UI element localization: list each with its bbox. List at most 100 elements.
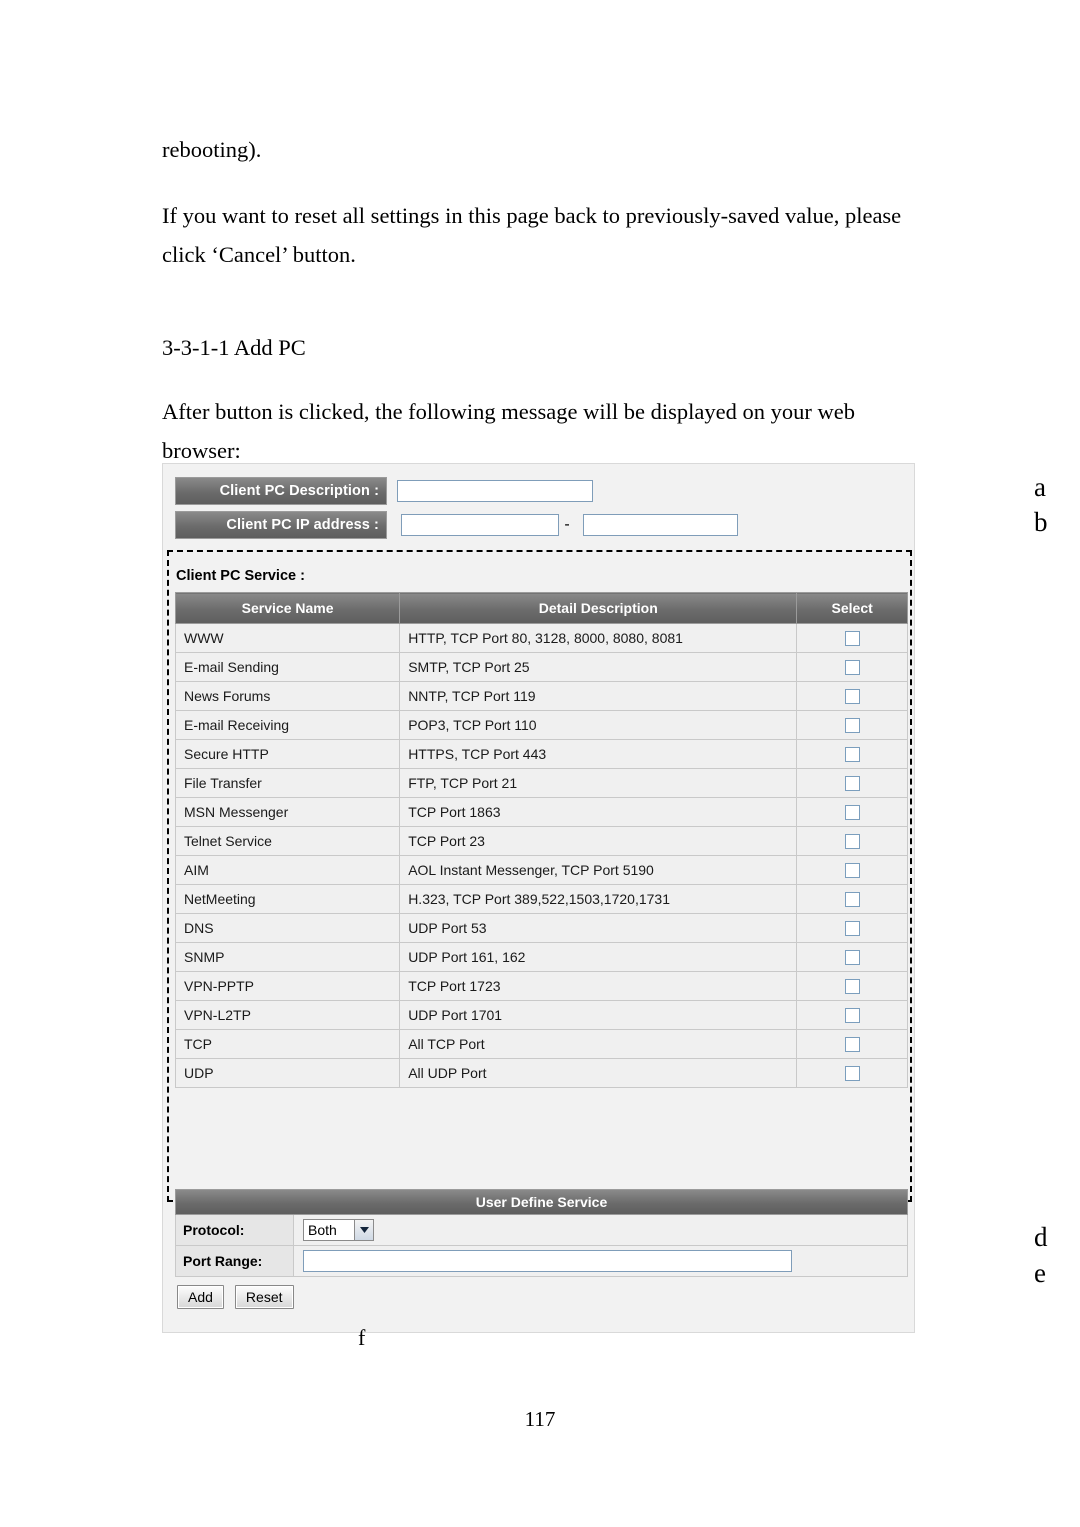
paragraph-cancel-note: If you want to reset all settings in thi… [162, 203, 902, 267]
protocol-label: Protocol: [176, 1215, 294, 1245]
service-checkbox[interactable] [844, 718, 860, 734]
table-row: UDP All UDP Port [174, 1058, 908, 1088]
client-pc-description-label: Client PC Description : [175, 477, 387, 505]
ip-range-separator: - [564, 516, 570, 533]
service-select-cell [796, 681, 908, 711]
service-select-cell [796, 913, 908, 943]
protocol-row: Protocol: Both [175, 1215, 908, 1246]
service-select-cell [796, 797, 908, 827]
chevron-down-icon [354, 1220, 373, 1240]
service-detail-cell: POP3, TCP Port 110 [399, 710, 798, 740]
service-name-cell: Secure HTTP [174, 739, 401, 769]
header-detail-description: Detail Description [399, 592, 798, 624]
service-checkbox[interactable] [844, 805, 860, 821]
table-row: TCP All TCP Port [174, 1029, 908, 1059]
document-page: rebooting). If you want to reset all set… [0, 0, 1080, 1527]
client-pc-ip-end-input[interactable] [583, 514, 738, 536]
service-name-cell: NetMeeting [174, 884, 401, 914]
table-row: VPN-L2TP UDP Port 1701 [174, 1000, 908, 1030]
header-service-name: Service Name [174, 592, 401, 624]
table-row: News Forums NNTP, TCP Port 119 [174, 681, 908, 711]
service-detail-cell: All TCP Port [399, 1029, 798, 1059]
service-select-cell [796, 826, 908, 856]
service-checkbox[interactable] [844, 950, 860, 966]
service-name-cell: MSN Messenger [174, 797, 401, 827]
service-name-cell: AIM [174, 855, 401, 885]
reset-button[interactable]: Reset [234, 1285, 294, 1309]
header-select: Select [796, 592, 908, 624]
table-row: MSN Messenger TCP Port 1863 [174, 797, 908, 827]
service-name-cell: SNMP [174, 942, 401, 972]
table-row: Secure HTTP HTTPS, TCP Port 443 [174, 739, 908, 769]
annotation-letter-f: f [358, 1325, 366, 1350]
add-button[interactable]: Add [177, 1285, 224, 1309]
table-row: Telnet Service TCP Port 23 [174, 826, 908, 856]
service-select-cell [796, 1000, 908, 1030]
service-checkbox[interactable] [844, 1066, 860, 1082]
annotation-letter-b: b [1034, 507, 1048, 537]
service-checkbox[interactable] [844, 1037, 860, 1053]
client-pc-description-input[interactable] [397, 480, 593, 502]
service-name-cell: VPN-PPTP [174, 971, 401, 1001]
client-pc-ip-start-input[interactable] [401, 514, 559, 536]
service-detail-cell: UDP Port 161, 162 [399, 942, 798, 972]
paragraph-rebooting: rebooting). [162, 137, 262, 162]
service-detail-cell: TCP Port 23 [399, 826, 798, 856]
service-detail-cell: AOL Instant Messenger, TCP Port 5190 [399, 855, 798, 885]
service-detail-cell: All UDP Port [399, 1058, 798, 1088]
form-button-row: Add Reset [177, 1285, 294, 1309]
service-select-cell [796, 942, 908, 972]
service-select-cell [796, 623, 908, 653]
service-name-cell: DNS [174, 913, 401, 943]
table-header-row: Service Name Detail Description Select [174, 592, 908, 624]
service-detail-cell: H.323, TCP Port 389,522,1503,1720,1731 [399, 884, 798, 914]
service-select-cell [796, 739, 908, 769]
client-pc-description-row: Client PC Description : [175, 477, 593, 505]
service-checkbox[interactable] [844, 979, 860, 995]
client-pc-ip-label: Client PC IP address : [175, 511, 387, 539]
service-checkbox[interactable] [844, 660, 860, 676]
service-name-cell: VPN-L2TP [174, 1000, 401, 1030]
table-row: File Transfer FTP, TCP Port 21 [174, 768, 908, 798]
port-range-input[interactable] [303, 1250, 792, 1272]
service-checkbox[interactable] [844, 921, 860, 937]
service-detail-cell: NNTP, TCP Port 119 [399, 681, 798, 711]
section-heading-add-pc: 3-3-1-1 Add PC [162, 335, 306, 360]
table-body: WWW HTTP, TCP Port 80, 3128, 8000, 8080, … [174, 623, 908, 1088]
port-range-label: Port Range: [176, 1246, 294, 1276]
service-detail-cell: HTTP, TCP Port 80, 3128, 8000, 8080, 808… [399, 623, 798, 653]
service-detail-cell: HTTPS, TCP Port 443 [399, 739, 798, 769]
service-checkbox[interactable] [844, 631, 860, 647]
table-row: SNMP UDP Port 161, 162 [174, 942, 908, 972]
service-select-cell [796, 710, 908, 740]
service-checkbox[interactable] [844, 776, 860, 792]
client-pc-service-label: Client PC Service : [176, 568, 305, 584]
service-checkbox[interactable] [844, 892, 860, 908]
service-select-cell [796, 971, 908, 1001]
service-checkbox[interactable] [844, 834, 860, 850]
service-name-cell: TCP [174, 1029, 401, 1059]
service-name-cell: Telnet Service [174, 826, 401, 856]
client-pc-ip-row: Client PC IP address : - [175, 511, 738, 539]
service-select-cell [796, 855, 908, 885]
service-name-cell: E-mail Receiving [174, 710, 401, 740]
service-checkbox[interactable] [844, 689, 860, 705]
service-detail-cell: FTP, TCP Port 21 [399, 768, 798, 798]
protocol-selected-value: Both [308, 1222, 337, 1238]
service-select-cell [796, 1058, 908, 1088]
table-row: NetMeeting H.323, TCP Port 389,522,1503,1… [174, 884, 908, 914]
table-row: AIM AOL Instant Messenger, TCP Port 5190 [174, 855, 908, 885]
annotation-letter-e: e [1034, 1258, 1046, 1288]
table-row: E-mail Receiving POP3, TCP Port 110 [174, 710, 908, 740]
service-checkbox[interactable] [844, 1008, 860, 1024]
paragraph-after-button: After button is clicked, the following m… [162, 399, 855, 463]
service-checkbox[interactable] [844, 747, 860, 763]
protocol-select[interactable]: Both [303, 1219, 374, 1241]
port-range-row: Port Range: [175, 1246, 908, 1277]
service-name-cell: UDP [174, 1058, 401, 1088]
table-row: WWW HTTP, TCP Port 80, 3128, 8000, 8080, … [174, 623, 908, 653]
service-checkbox[interactable] [844, 863, 860, 879]
service-select-cell [796, 1029, 908, 1059]
user-define-service-title: User Define Service [175, 1189, 908, 1215]
table-row: DNS UDP Port 53 [174, 913, 908, 943]
